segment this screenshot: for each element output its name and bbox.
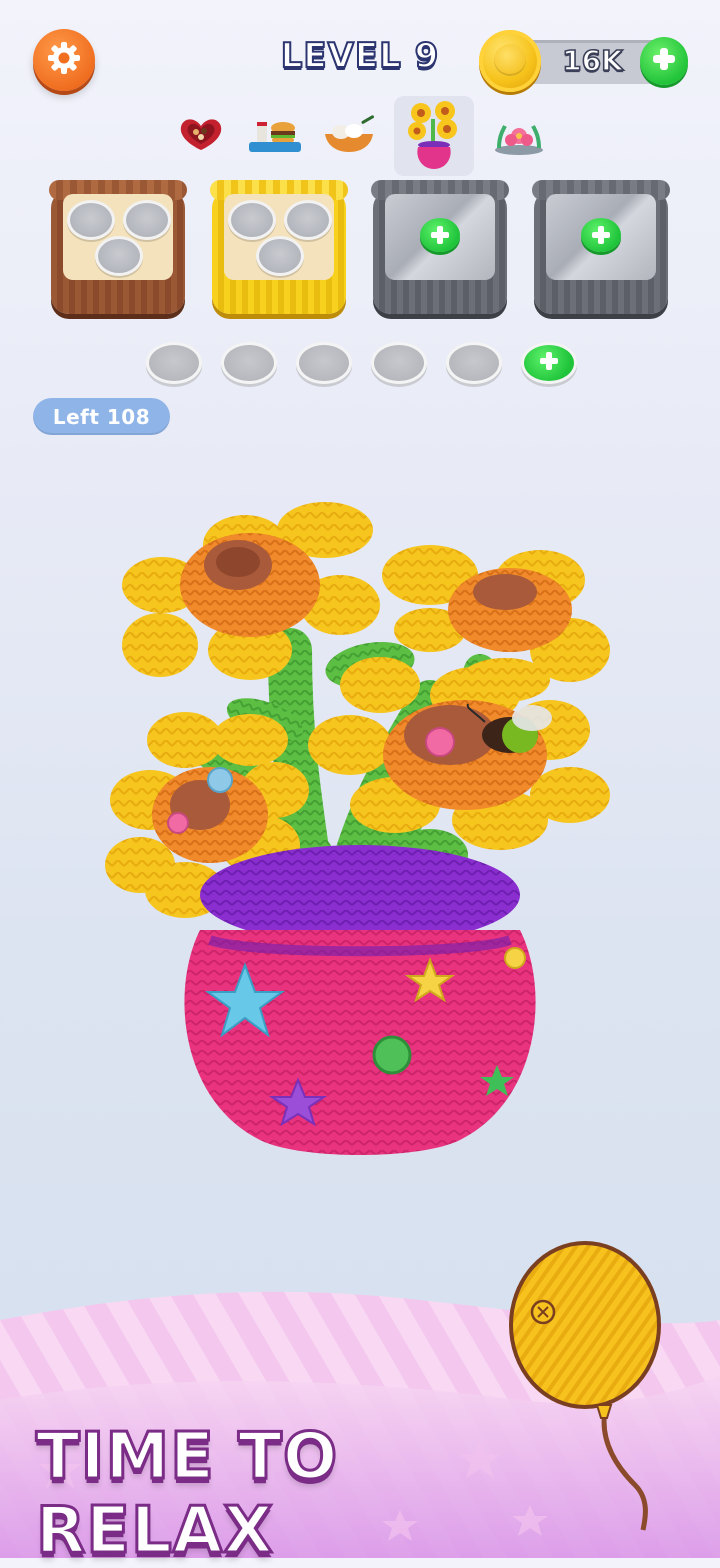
- unlock-basket-button[interactable]: [581, 218, 621, 252]
- promo-banner-text: TIME TO RELAX: [35, 1419, 339, 1568]
- collection-item-sunflower-vase[interactable]: [394, 96, 474, 176]
- holding-pad: [446, 342, 502, 384]
- basket-brown[interactable]: [49, 180, 187, 314]
- add-coins-button[interactable]: [640, 37, 688, 85]
- basket-slot: [256, 236, 304, 276]
- sunflower-vase-artwork[interactable]: [100, 500, 620, 1170]
- basket-slot: [123, 200, 171, 240]
- level-title: LEVEL 9: [280, 35, 440, 77]
- holding-pad: [221, 342, 277, 384]
- coin-value: 16K: [561, 43, 623, 78]
- basket-slot: [67, 200, 115, 240]
- basket-slot: [284, 200, 332, 240]
- plus-icon: [650, 45, 678, 77]
- basket-yellow[interactable]: [210, 180, 348, 314]
- gear-icon: [45, 39, 83, 81]
- collection-item-pink-flower[interactable]: [490, 107, 548, 165]
- collection-item-dumpling-bowl[interactable]: [320, 107, 378, 165]
- collection-item-heart-box[interactable]: [172, 107, 230, 165]
- dumpling-bowl-icon: [321, 112, 377, 160]
- collection-item-burger-tray[interactable]: [246, 107, 304, 165]
- holding-pad: [371, 342, 427, 384]
- basket-slot: [95, 236, 143, 276]
- sunflower-vase-icon: [401, 97, 467, 175]
- heart-chocolate-box-icon: [174, 114, 228, 158]
- holding-pad: [296, 342, 352, 384]
- coin-icon: [479, 30, 541, 92]
- pink-flower-pot-icon: [491, 112, 547, 160]
- settings-button[interactable]: [33, 29, 95, 91]
- holding-pad: [146, 342, 202, 384]
- plus-icon: [538, 350, 560, 376]
- basket-locked[interactable]: [371, 180, 509, 314]
- basket-locked[interactable]: [532, 180, 670, 314]
- unlock-basket-button[interactable]: [420, 218, 460, 252]
- basket-slot: [228, 200, 276, 240]
- add-pad-button[interactable]: [521, 342, 577, 384]
- burger-meal-icon: [247, 112, 303, 160]
- remaining-counter: Left 108: [33, 398, 170, 435]
